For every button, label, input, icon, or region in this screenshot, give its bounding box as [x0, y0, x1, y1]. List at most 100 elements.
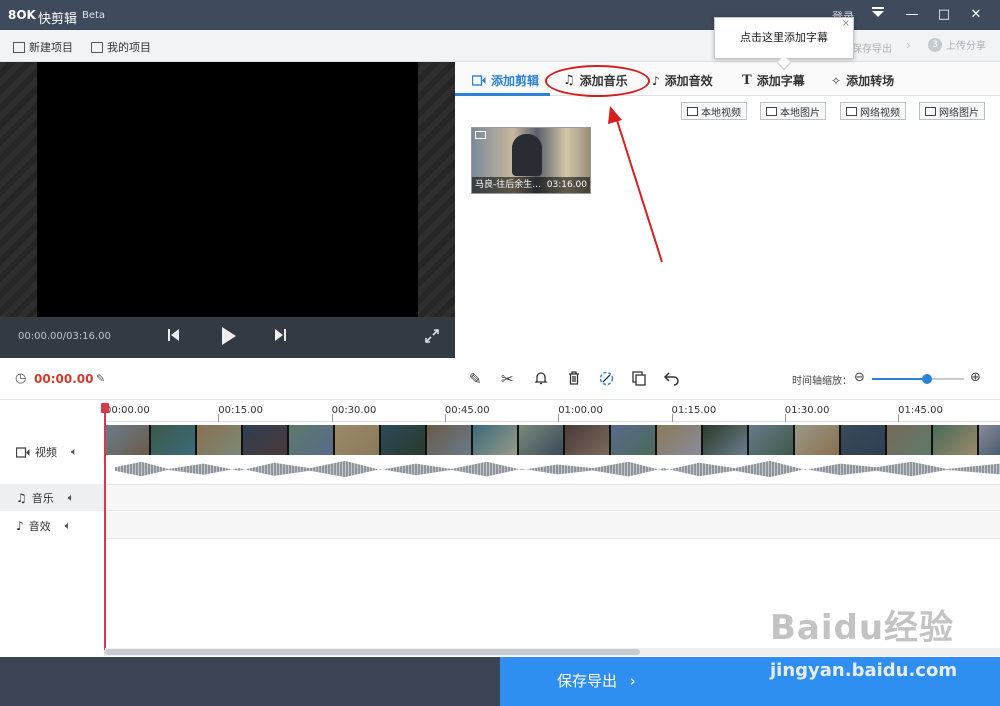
film-frame	[381, 425, 427, 455]
share-step[interactable]: 3 上传分享	[928, 37, 986, 52]
ruler-tick	[331, 414, 333, 422]
clip-caption: 马良-往后余生... 03:16.00	[472, 177, 590, 193]
edit-toolbar: ◷ 00:00.00 ✎ ✎ ✂ 时间轴缩放： ⊖ ⊕	[0, 358, 1000, 400]
unlink-icon[interactable]	[598, 370, 615, 391]
baidu-watermark: Baidu经验	[770, 608, 955, 648]
next-icon[interactable]	[274, 327, 286, 346]
dropdown-menu-icon[interactable]	[868, 5, 888, 25]
web-video-label: 网络视频	[860, 107, 900, 119]
video-preview-panel: 00:00.00/03:16.00	[0, 62, 455, 358]
tab-add-subtitle-label: 添加字幕	[756, 74, 805, 88]
play-icon[interactable]	[221, 326, 237, 350]
beta-badge: Beta	[82, 10, 106, 21]
minimize-icon[interactable]: —	[902, 5, 922, 25]
my-projects-button[interactable]: 我的项目	[91, 39, 151, 55]
video-camera-icon	[16, 446, 30, 458]
clip-duration: 03:16.00	[546, 180, 587, 190]
video-filmstrip[interactable]	[105, 425, 1000, 455]
clock-icon: ◷	[15, 371, 27, 386]
film-frame	[289, 425, 335, 455]
step-chevron-icon: ›	[906, 38, 911, 52]
local-image-label: 本地图片	[780, 107, 820, 119]
zoom-slider-fill	[872, 378, 928, 380]
ruler-tick	[558, 414, 560, 422]
edit-time-icon[interactable]: ✎	[96, 372, 105, 385]
ruler-tick-label: 00:45.00	[444, 405, 490, 416]
sfx-volume-icon[interactable]: 🔈︎	[65, 519, 72, 533]
film-frame	[979, 425, 1000, 455]
film-frame	[841, 425, 887, 455]
tab-add-clip-label: 添加剪辑	[491, 74, 540, 88]
local-video-button[interactable]: 本地视频	[681, 102, 747, 120]
tab-add-sfx-label: 添加音效	[664, 74, 713, 88]
tab-add-transition[interactable]: ✧ 添加转场	[831, 72, 894, 89]
bell-icon[interactable]	[533, 370, 549, 390]
ruler-tick-label: 01:15.00	[671, 405, 717, 416]
video-track-label: 视频 🔈︎	[0, 422, 105, 482]
clip-name: 马良-往后余生...	[475, 180, 541, 190]
film-frame	[795, 425, 841, 455]
audio-waveform	[115, 460, 1000, 478]
web-video-icon	[846, 106, 857, 116]
web-video-button[interactable]: 网络视频	[840, 102, 906, 120]
sfx-track[interactable]	[105, 512, 1000, 539]
close-icon[interactable]: ✕	[966, 5, 986, 25]
export-step[interactable]: 保存导出	[852, 40, 892, 55]
local-image-button[interactable]: 本地图片	[760, 102, 826, 120]
undo-icon[interactable]	[663, 370, 680, 390]
web-image-button[interactable]: 网络图片	[919, 102, 985, 120]
copy-icon[interactable]	[631, 370, 647, 390]
timeline-ruler[interactable]: 00:00.00 00:15.00 00:30.00 00:45.00 01:00.00…	[105, 400, 1000, 422]
new-project-label: 新建项目	[29, 41, 73, 54]
music-volume-icon[interactable]: 🔈︎	[68, 491, 75, 505]
video-volume-icon[interactable]: 🔈︎	[71, 445, 78, 459]
film-frame	[565, 425, 611, 455]
zoom-slider[interactable]	[872, 374, 964, 384]
zoom-in-icon[interactable]: ⊕	[970, 370, 981, 385]
film-frame	[657, 425, 703, 455]
new-project-button[interactable]: 新建项目	[13, 39, 73, 55]
ruler-tick-label: 00:15.00	[218, 405, 264, 416]
app-logo: 8OK	[8, 8, 36, 22]
scrollbar-thumb[interactable]	[105, 649, 640, 655]
video-track[interactable]	[105, 422, 1000, 482]
film-frame	[427, 425, 473, 455]
tab-add-subtitle[interactable]: T 添加字幕	[742, 72, 805, 89]
track-labels: 视频 🔈︎ ♫ 音乐 🔈︎ ♪ 音效 🔈︎	[0, 422, 105, 656]
ruler-tick-label: 01:45.00	[898, 405, 943, 416]
trash-icon[interactable]	[566, 370, 582, 390]
video-camera-icon	[472, 75, 486, 86]
save-export-label: 保存导出	[557, 672, 618, 690]
tooltip-close-icon[interactable]: ×	[842, 18, 850, 30]
ruler-tick	[784, 414, 786, 422]
ruler-tick-label: 00:30.00	[331, 405, 377, 416]
ruler-tick	[218, 414, 220, 422]
film-frame	[611, 425, 657, 455]
ruler-tick	[671, 414, 673, 422]
plus-square-icon	[13, 41, 25, 53]
clip-thumbnail[interactable]: 马良-往后余生... 03:16.00	[471, 127, 591, 194]
ruler-tick	[898, 414, 900, 422]
playhead-handle[interactable]	[101, 403, 109, 413]
step-number-badge: 3	[928, 37, 942, 52]
video-badge-icon	[475, 131, 486, 139]
zoom-out-icon[interactable]: ⊖	[854, 370, 865, 385]
tab-add-sfx[interactable]: ♪ 添加音效	[652, 72, 713, 89]
sound-effect-icon: ♪	[652, 73, 660, 88]
timeline-scrollbar[interactable]	[105, 648, 1000, 656]
video-screen[interactable]	[37, 62, 418, 317]
pencil-icon[interactable]: ✎	[469, 370, 482, 388]
sound-effect-icon: ♪	[16, 518, 24, 533]
film-frame	[335, 425, 381, 455]
web-image-icon	[925, 106, 936, 116]
maximize-icon[interactable]: □	[934, 5, 954, 25]
previous-icon[interactable]	[168, 327, 180, 346]
music-track[interactable]	[105, 484, 1000, 511]
film-frame	[243, 425, 289, 455]
scissors-icon[interactable]: ✂	[501, 370, 514, 388]
film-frame	[887, 425, 933, 455]
zoom-slider-thumb[interactable]	[922, 374, 933, 384]
fullscreen-icon[interactable]	[424, 328, 440, 348]
tab-add-clip[interactable]: 添加剪辑	[472, 72, 539, 89]
playhead[interactable]	[104, 404, 106, 650]
